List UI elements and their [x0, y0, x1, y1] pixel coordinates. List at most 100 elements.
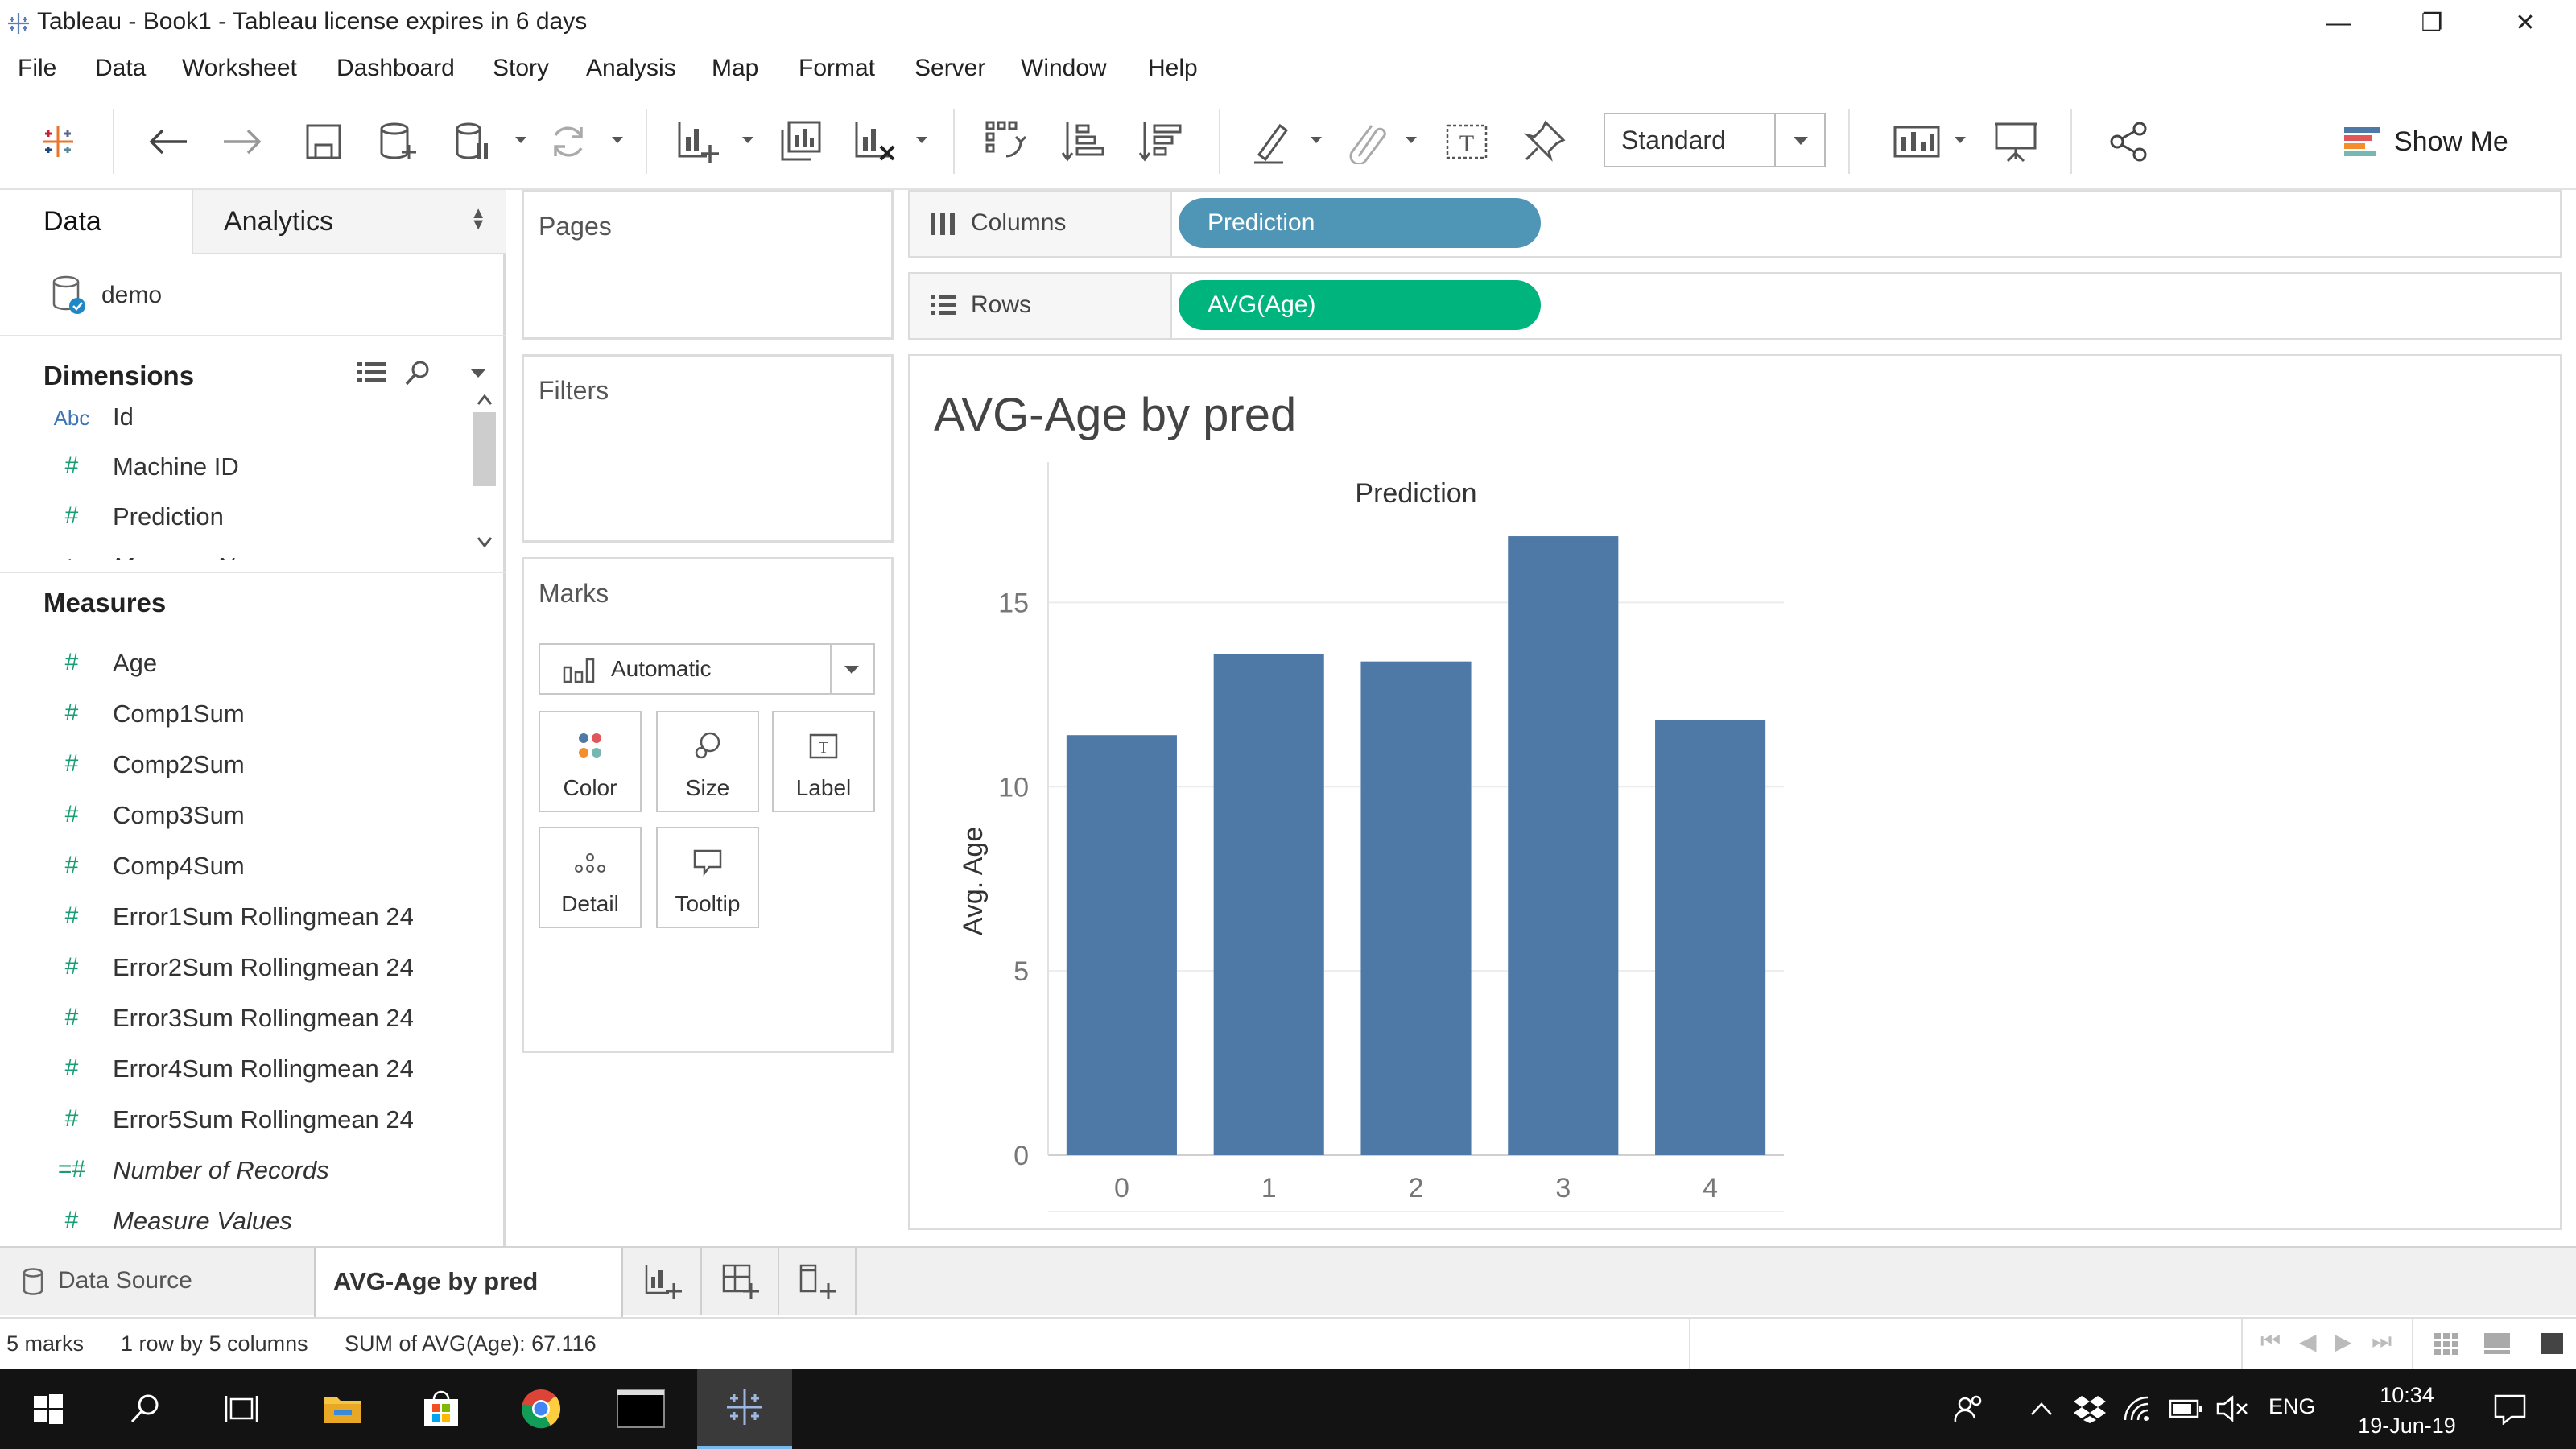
- new-dashboard-tab-button[interactable]: [702, 1248, 779, 1315]
- fit-dropdown[interactable]: Standard: [1604, 113, 1826, 167]
- columns-pill-prediction[interactable]: Prediction: [1179, 198, 1541, 248]
- pause-updates-icon[interactable]: [448, 116, 499, 167]
- datasource-item[interactable]: demo: [0, 262, 506, 324]
- menu-window[interactable]: Window: [1021, 55, 1107, 82]
- menu-data[interactable]: Data: [95, 55, 146, 82]
- sort-descending-icon[interactable]: [1135, 116, 1187, 167]
- fix-axes-pin-icon[interactable]: [1518, 116, 1570, 167]
- filters-card[interactable]: Filters: [522, 354, 894, 543]
- field-comp2sum[interactable]: # Comp2Sum: [0, 741, 483, 791]
- restore-button[interactable]: ❐: [2388, 2, 2476, 45]
- field-age[interactable]: # Age: [0, 639, 483, 689]
- menu-server[interactable]: Server: [914, 55, 985, 82]
- field-id[interactable]: Abc Id: [0, 393, 470, 443]
- highlight-icon[interactable]: [1246, 116, 1298, 167]
- columns-shelf[interactable]: Columns Prediction: [908, 190, 2562, 258]
- new-story-tab-button[interactable]: [779, 1248, 857, 1315]
- tab-data[interactable]: Data: [0, 190, 192, 254]
- previous-sheet-icon[interactable]: ◀: [2299, 1328, 2317, 1355]
- menu-worksheet[interactable]: Worksheet: [182, 55, 297, 82]
- close-button[interactable]: ✕: [2481, 2, 2570, 45]
- field-error2sum[interactable]: # Error2Sum Rollingmean 24: [0, 943, 483, 993]
- file-explorer-icon[interactable]: [311, 1368, 375, 1449]
- show-me-button[interactable]: Show Me: [2343, 122, 2508, 161]
- tableau-taskbar-button[interactable]: [697, 1368, 792, 1449]
- dimensions-scrollbar[interactable]: [470, 388, 499, 554]
- chrome-icon[interactable]: [509, 1368, 573, 1449]
- field-error1sum[interactable]: # Error1Sum Rollingmean 24: [0, 893, 483, 943]
- sort-arrows-icon[interactable]: ▲ ▼: [470, 205, 486, 233]
- detail-button[interactable]: Detail: [539, 827, 642, 928]
- new-worksheet-tab-button[interactable]: [625, 1248, 702, 1315]
- dimensions-menu-icon[interactable]: [469, 367, 488, 380]
- menu-map[interactable]: Map: [712, 55, 758, 82]
- menu-file[interactable]: File: [18, 55, 56, 82]
- field-comp1sum[interactable]: # Comp1Sum: [0, 690, 483, 740]
- field-prediction[interactable]: # Prediction: [0, 493, 470, 543]
- input-language[interactable]: ENG: [2268, 1394, 2316, 1419]
- first-sheet-icon[interactable]: ⏮: [2260, 1328, 2281, 1355]
- menu-dashboard[interactable]: Dashboard: [336, 55, 455, 82]
- menu-story[interactable]: Story: [493, 55, 549, 82]
- task-view-icon[interactable]: [209, 1368, 274, 1449]
- redo-icon[interactable]: [217, 116, 269, 167]
- field-machine-id[interactable]: # Machine ID: [0, 443, 470, 493]
- refresh-icon[interactable]: [543, 116, 594, 167]
- tableau-start-icon[interactable]: [32, 116, 84, 167]
- notifications-icon[interactable]: [2484, 1368, 2536, 1449]
- sort-ascending-icon[interactable]: [1058, 116, 1109, 167]
- field-comp3sum[interactable]: # Comp3Sum: [0, 791, 483, 841]
- field-error4sum[interactable]: # Error4Sum Rollingmean 24: [0, 1045, 483, 1095]
- clear-sheet-icon[interactable]: [848, 116, 900, 167]
- terminal-icon[interactable]: [607, 1368, 675, 1449]
- save-icon[interactable]: [298, 116, 349, 167]
- pages-card[interactable]: Pages: [522, 190, 894, 340]
- new-datasource-icon[interactable]: [372, 116, 423, 167]
- field-comp4sum[interactable]: # Comp4Sum: [0, 842, 483, 892]
- taskbar-clock[interactable]: 10:34 19-Jun-19: [2334, 1380, 2479, 1441]
- group-members-icon[interactable]: [1341, 116, 1393, 167]
- windows-start-icon[interactable]: [16, 1368, 80, 1449]
- last-sheet-icon[interactable]: ⏭: [2372, 1328, 2392, 1355]
- tooltip-button[interactable]: Tooltip: [656, 827, 759, 928]
- field-number-of-records[interactable]: =# Number of Records: [0, 1146, 483, 1196]
- show-cards-icon[interactable]: [1892, 116, 1943, 167]
- menu-format[interactable]: Format: [799, 55, 875, 82]
- wifi-icon[interactable]: [2120, 1368, 2156, 1449]
- volume-muted-icon[interactable]: [2215, 1368, 2251, 1449]
- show-sheet-sorter-icon[interactable]: [2433, 1331, 2460, 1356]
- menu-analysis[interactable]: Analysis: [586, 55, 676, 82]
- mark-type-dropdown[interactable]: Automatic: [539, 643, 875, 695]
- new-worksheet-icon[interactable]: [671, 116, 723, 167]
- swap-rows-columns-icon[interactable]: [980, 116, 1032, 167]
- field-measure-names[interactable]: Abc Measure Names: [0, 543, 470, 560]
- label-button[interactable]: T Label: [772, 711, 875, 812]
- presentation-mode-icon[interactable]: [1990, 116, 2041, 167]
- show-filmstrip-icon[interactable]: [2483, 1331, 2512, 1356]
- show-mark-labels-icon[interactable]: T: [1441, 116, 1492, 167]
- show-tabs-icon[interactable]: [2539, 1331, 2565, 1356]
- view-list-icon[interactable]: [356, 361, 388, 385]
- chevron-down-icon[interactable]: [830, 645, 873, 693]
- chevron-down-icon[interactable]: [1774, 114, 1824, 166]
- color-button[interactable]: Color: [539, 711, 642, 812]
- menu-help[interactable]: Help: [1148, 55, 1198, 82]
- next-sheet-icon[interactable]: ▶: [2334, 1328, 2352, 1355]
- people-icon[interactable]: [1948, 1368, 1988, 1449]
- microsoft-store-icon[interactable]: [409, 1368, 473, 1449]
- undo-icon[interactable]: [142, 116, 193, 167]
- field-error5sum[interactable]: # Error5Sum Rollingmean 24: [0, 1096, 483, 1146]
- search-icon[interactable]: [113, 1368, 177, 1449]
- chevron-up-icon[interactable]: [2025, 1368, 2058, 1449]
- sheet-tab-avg-age-by-pred[interactable]: AVG-Age by pred: [314, 1248, 623, 1317]
- rows-shelf[interactable]: Rows AVG(Age): [908, 272, 2562, 340]
- share-icon[interactable]: [2103, 116, 2154, 167]
- tab-analytics[interactable]: Analytics ▲ ▼: [192, 190, 506, 254]
- minimize-button[interactable]: —: [2294, 2, 2383, 45]
- dropbox-icon[interactable]: [2072, 1368, 2107, 1449]
- size-button[interactable]: Size: [656, 711, 759, 812]
- field-measure-values[interactable]: # Measure Values: [0, 1197, 483, 1247]
- rows-pill-avg-age[interactable]: AVG(Age): [1179, 280, 1541, 330]
- data-source-tab[interactable]: Data Source: [0, 1248, 314, 1315]
- battery-icon[interactable]: [2169, 1368, 2204, 1449]
